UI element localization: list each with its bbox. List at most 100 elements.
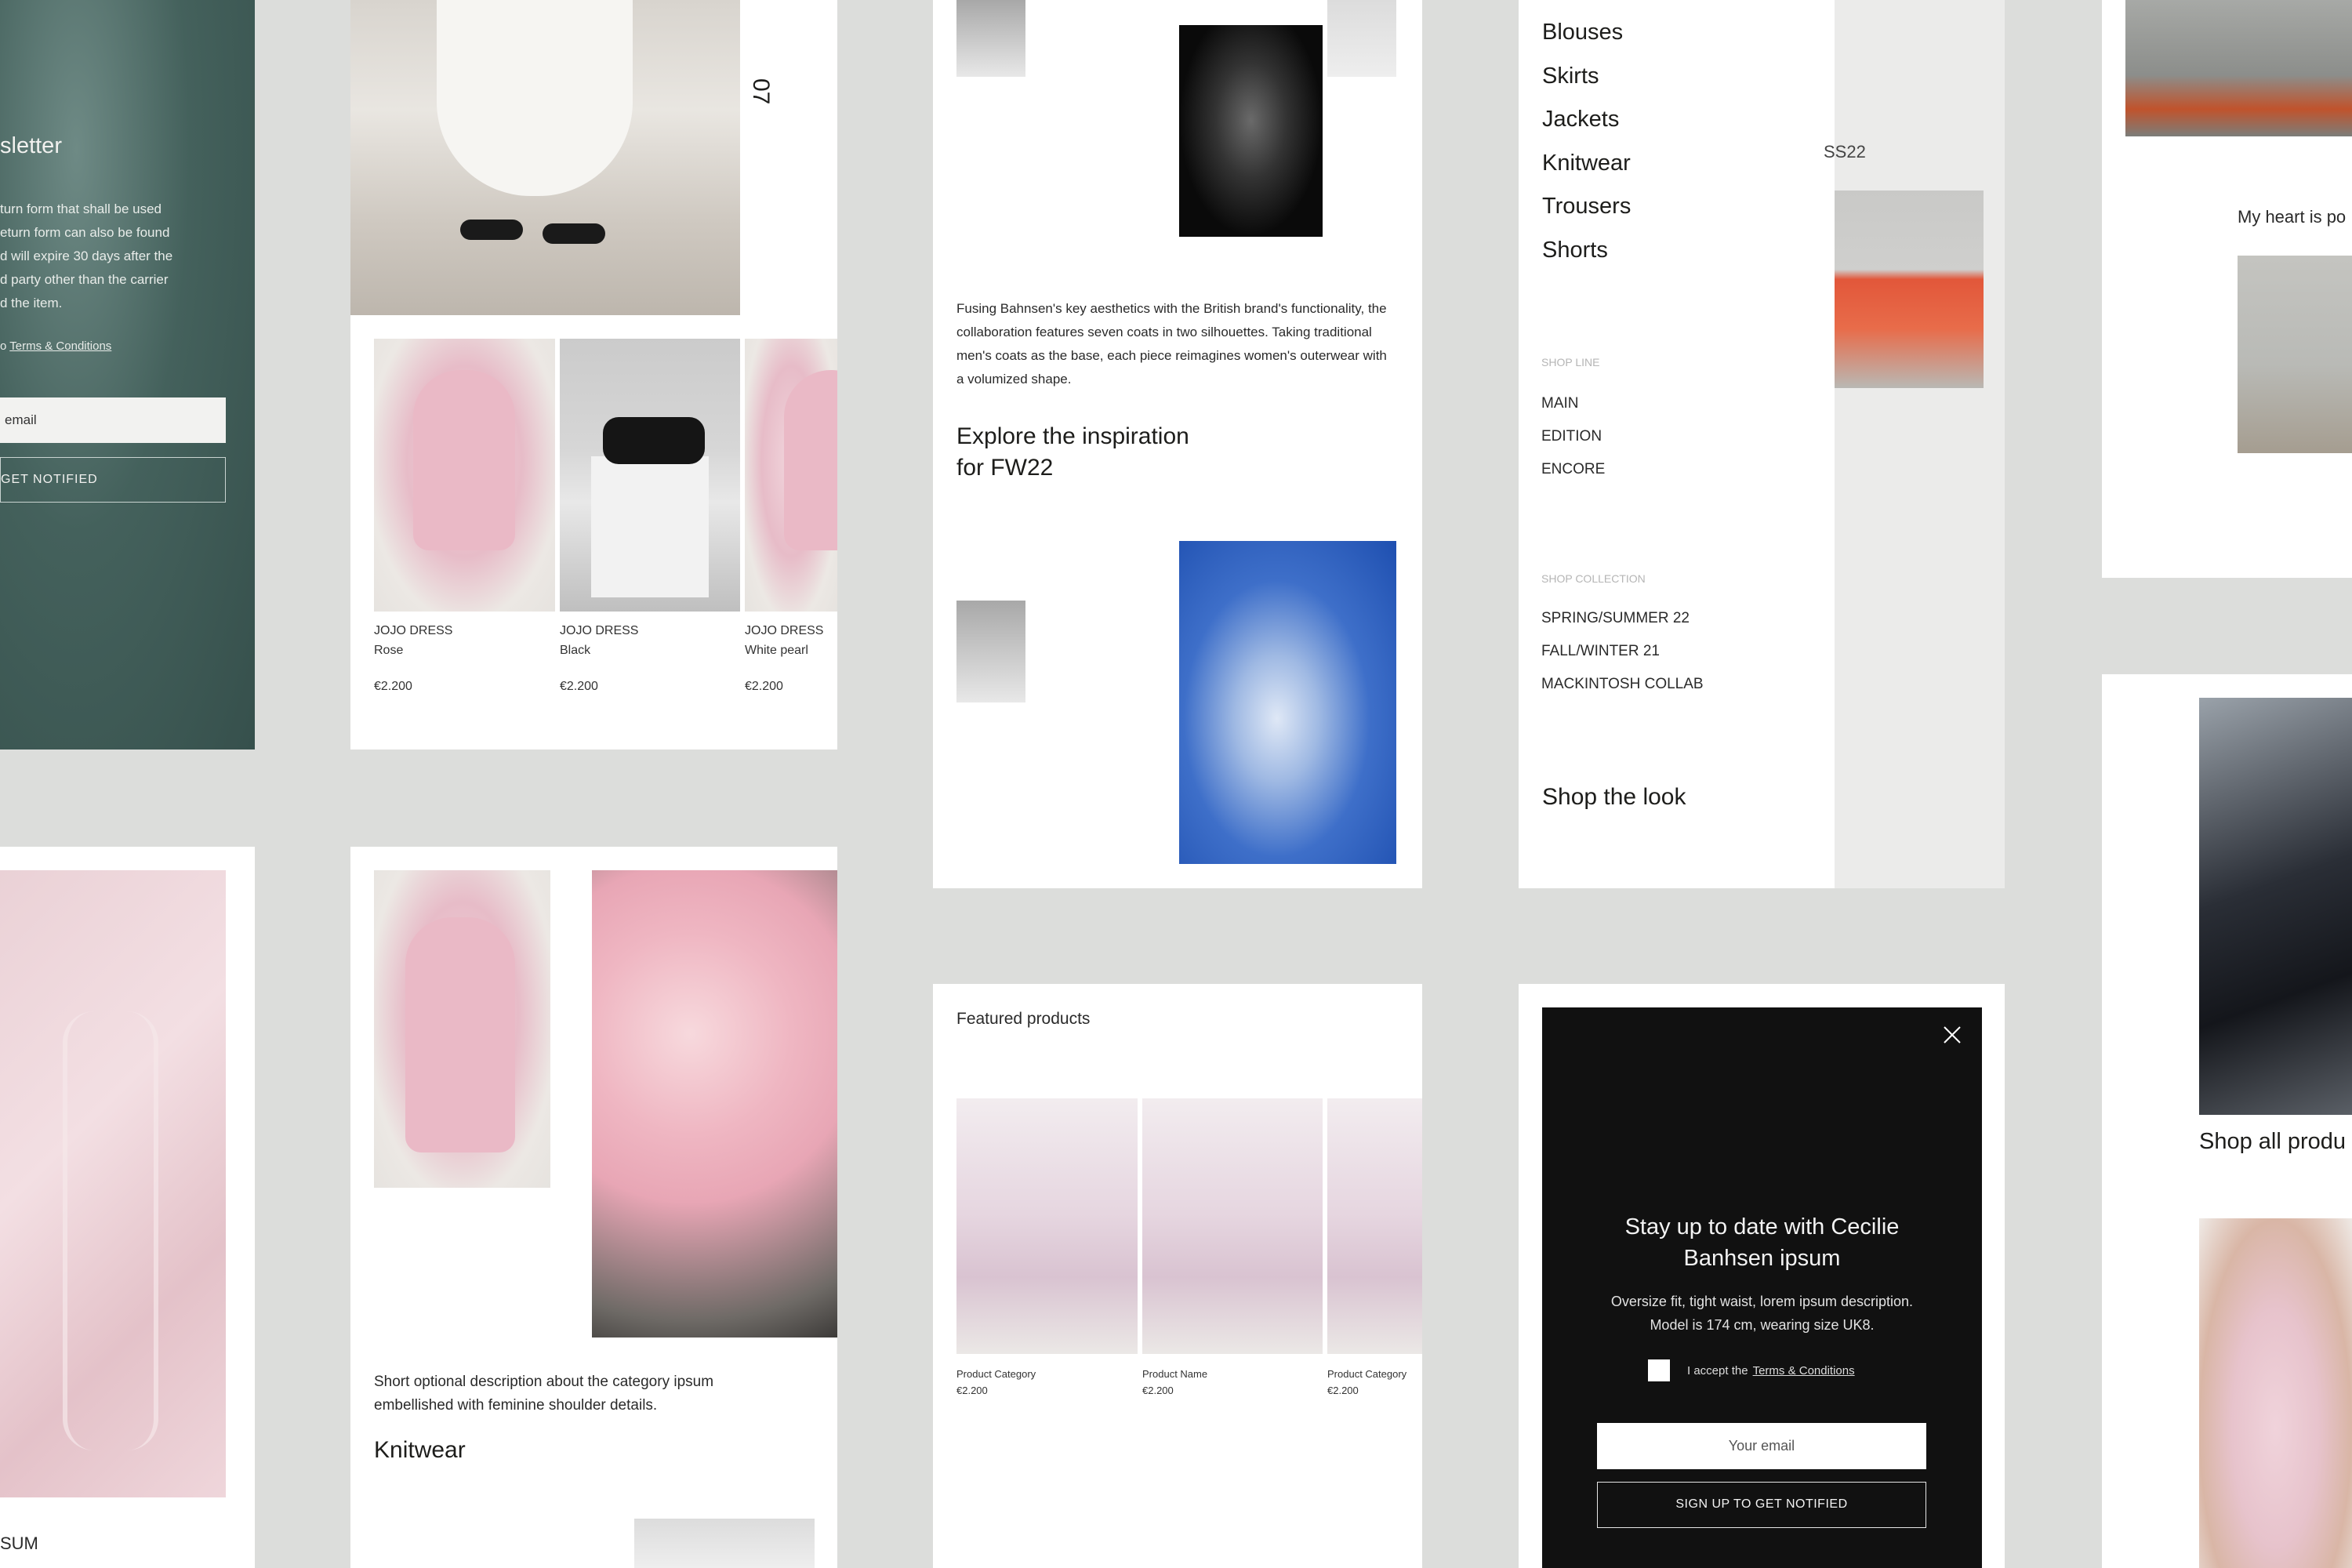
shop-line-list: MAIN EDITION ENCORE <box>1541 387 1605 486</box>
photo-peonies <box>592 870 837 1338</box>
inspiration-body: Fusing Bahnsen's key aesthetics with the… <box>956 301 1387 387</box>
newsletter-email-input[interactable]: email <box>0 397 226 443</box>
photo-beach <box>2238 256 2352 453</box>
heart-caption: My heart is po <box>2238 207 2347 227</box>
terms-link[interactable]: Terms & Conditions <box>1753 1364 1855 1377</box>
heart-card: My heart is po <box>2102 0 2352 578</box>
newsletter-body: turn form that shall be used eturn form … <box>0 201 173 310</box>
inspiration-heading[interactable]: Explore the inspiration for FW22 <box>956 421 1189 484</box>
featured-info-1: Product Category €2.200 <box>956 1368 1036 1396</box>
sandal-left <box>460 220 523 240</box>
bottom-left-card: SUM <box>0 847 255 1568</box>
product-info-rose: JOJO DRESS Rose €2.200 <box>374 624 452 694</box>
featured-info-3: Product Category €2.200 <box>1327 1368 1406 1396</box>
shop-line-label: SHOP LINE <box>1541 356 1600 368</box>
product-photo-white-pearl[interactable] <box>745 339 837 612</box>
knitwear-card: Short optional description about the cat… <box>350 847 837 1568</box>
featured-products-card: Featured products Product Category €2.20… <box>933 984 1422 1568</box>
featured-photo-3[interactable] <box>1327 1098 1422 1354</box>
product-variant: Black <box>560 644 591 657</box>
category-skirts[interactable]: Skirts <box>1542 55 1631 99</box>
product-info-white-pearl: JOJO DRESS White pearl €2.200 <box>745 624 823 694</box>
featured-photo-2[interactable] <box>1142 1098 1323 1354</box>
signup-modal: Stay up to date with Cecilie Banhsen ips… <box>1542 1007 1982 1568</box>
product-price: €2.200 <box>560 680 598 693</box>
featured-label: Product Category <box>956 1368 1036 1380</box>
bottom-left-caption: SUM <box>0 1534 38 1553</box>
signup-button[interactable]: SIGN UP TO GET NOTIFIED <box>1597 1482 1926 1528</box>
thumb-photo-figure <box>956 601 1025 702</box>
shop-the-look-link[interactable]: Shop the look <box>1542 784 1686 811</box>
modal-description: Oversize fit, tight waist, lorem ipsum d… <box>1610 1294 1914 1333</box>
hero-photo-white-dress <box>350 0 740 315</box>
newsletter-terms: o Terms & Conditions <box>0 339 112 353</box>
product-photo-black[interactable] <box>560 339 740 612</box>
shop-collection-label: SHOP COLLECTION <box>1541 572 1646 585</box>
shop-collection-list: SPRING/SUMMER 22 FALL/WINTER 21 MACKINTO… <box>1541 602 1704 701</box>
terms-checkbox-row: I accept the Terms & Conditions <box>1648 1359 1855 1381</box>
product-row-card: 07 JOJO DRESS Rose €2.200 JOJO DRESS Bla… <box>350 0 837 750</box>
shop-line-encore[interactable]: ENCORE <box>1541 453 1605 486</box>
modal-title: Stay up to date with Cecilie Banhsen ips… <box>1624 1214 1900 1271</box>
category-jackets[interactable]: Jackets <box>1542 98 1631 142</box>
featured-price: €2.200 <box>956 1385 988 1396</box>
featured-photo-1[interactable] <box>956 1098 1138 1354</box>
category-list: Blouses Skirts Jackets Knitwear Trousers… <box>1542 11 1631 272</box>
close-icon[interactable] <box>1942 1025 1962 1045</box>
category-blouses[interactable]: Blouses <box>1542 11 1631 55</box>
knitwear-description: Short optional description about the cat… <box>374 1374 714 1414</box>
photo-bottom-thumb <box>634 1519 815 1568</box>
modal-email-input[interactable]: Your email <box>1597 1423 1926 1469</box>
featured-info-2: Product Name €2.200 <box>1142 1368 1207 1396</box>
photo-black-outfit <box>2199 698 2352 1115</box>
inspiration-card: Fusing Bahnsen's key aesthetics with the… <box>933 0 1422 888</box>
category-shorts[interactable]: Shorts <box>1542 229 1631 273</box>
photo-blue-pleated <box>1179 541 1396 864</box>
category-knitwear[interactable]: Knitwear <box>1542 142 1631 186</box>
photo-reflection <box>2125 0 2352 136</box>
stool-shape <box>591 456 709 597</box>
featured-label: Product Category <box>1327 1368 1407 1380</box>
product-variant: White pearl <box>745 644 808 657</box>
featured-price: €2.200 <box>1142 1385 1174 1396</box>
product-price: €2.200 <box>745 680 783 693</box>
close-icon-svg <box>1944 1026 1961 1044</box>
sweater-shape-2 <box>784 370 837 550</box>
sweater-shape <box>413 370 515 550</box>
newsletter-card: sletter turn form that shall be used etu… <box>0 0 255 750</box>
photo-black-white-dress <box>1179 25 1323 237</box>
shop-all-link[interactable]: Shop all produ <box>2199 1129 2346 1155</box>
product-name: JOJO DRESS <box>374 624 453 637</box>
newsletter-get-notified-button[interactable]: GET NOTIFIED <box>0 457 226 503</box>
collection-fw21[interactable]: FALL/WINTER 21 <box>1541 635 1704 668</box>
shop-line-edition[interactable]: EDITION <box>1541 420 1605 453</box>
sandals-shape <box>603 417 705 464</box>
collection-mackintosh[interactable]: MACKINTOSH COLLAB <box>1541 668 1704 701</box>
terms-checkbox[interactable] <box>1648 1359 1670 1381</box>
collection-ss22[interactable]: SPRING/SUMMER 22 <box>1541 602 1704 635</box>
dress-skirt-shape <box>437 0 633 196</box>
product-name: JOJO DRESS <box>745 624 824 637</box>
product-variant: Rose <box>374 644 404 657</box>
photo-pink-blouse-detail <box>0 870 226 1497</box>
newsletter-heading: sletter <box>0 133 62 158</box>
photo-knit-sweater <box>374 870 550 1188</box>
thumb-photo-top-right <box>1327 0 1396 77</box>
shop-line-main[interactable]: MAIN <box>1541 387 1605 420</box>
knitwear-title[interactable]: Knitwear <box>374 1437 466 1464</box>
menu-card: Blouses Skirts Jackets Knitwear Trousers… <box>1519 0 2005 888</box>
accept-text: I accept the <box>1687 1363 1748 1377</box>
shop-all-card: Shop all produ <box>2102 674 2352 1568</box>
featured-label: Product Name <box>1142 1368 1208 1380</box>
menu-panel: Blouses Skirts Jackets Knitwear Trousers… <box>1519 0 1835 888</box>
tie-detail <box>63 1011 158 1450</box>
featured-heading: Featured products <box>956 1010 1091 1028</box>
page-number: 07 <box>748 78 774 105</box>
terms-link[interactable]: Terms & Conditions <box>9 339 111 353</box>
product-photo-rose[interactable] <box>374 339 555 612</box>
featured-price: €2.200 <box>1327 1385 1359 1396</box>
category-trousers[interactable]: Trousers <box>1542 185 1631 229</box>
sweater-shape-3 <box>405 917 515 1152</box>
product-name: JOJO DRESS <box>560 624 639 637</box>
signup-card: Stay up to date with Cecilie Banhsen ips… <box>1519 984 2005 1568</box>
